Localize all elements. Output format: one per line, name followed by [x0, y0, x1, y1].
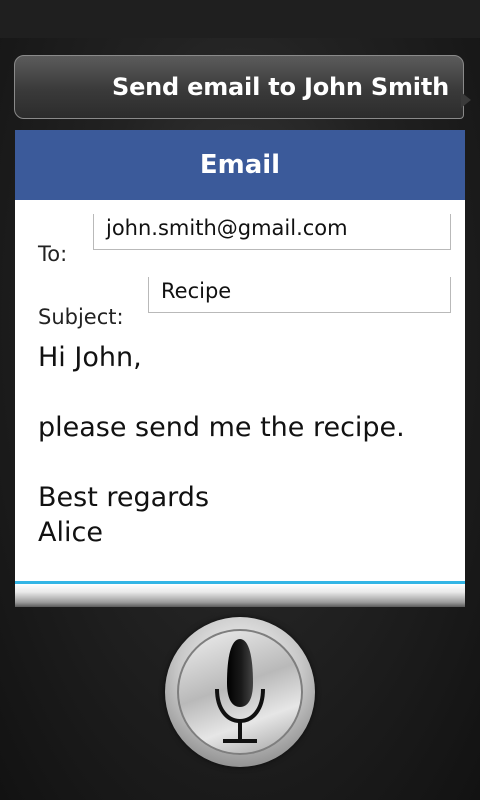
voice-command-bubble: Send email to John Smith [14, 55, 471, 119]
to-row: To: john.smith@gmail.com [15, 214, 465, 270]
to-label: To: [38, 242, 68, 266]
microphone-button[interactable] [165, 617, 315, 767]
to-field[interactable]: john.smith@gmail.com [93, 214, 451, 250]
email-card-title: Email [199, 150, 281, 180]
voice-command-text: Send email to John Smith [111, 73, 449, 101]
subject-field[interactable]: Recipe [148, 277, 451, 313]
bubble-tail [461, 92, 471, 108]
subject-label: Subject: [38, 305, 124, 329]
email-body[interactable]: Hi John, please send me the recipe. Best… [38, 340, 448, 550]
email-card-header: Email [15, 130, 465, 200]
card-bottom-edge [15, 584, 465, 607]
microphone-icon [215, 639, 265, 743]
email-card: Email To: john.smith@gmail.com Subject: … [15, 130, 465, 607]
status-bar [0, 0, 480, 38]
subject-row: Subject: Recipe [15, 277, 465, 333]
